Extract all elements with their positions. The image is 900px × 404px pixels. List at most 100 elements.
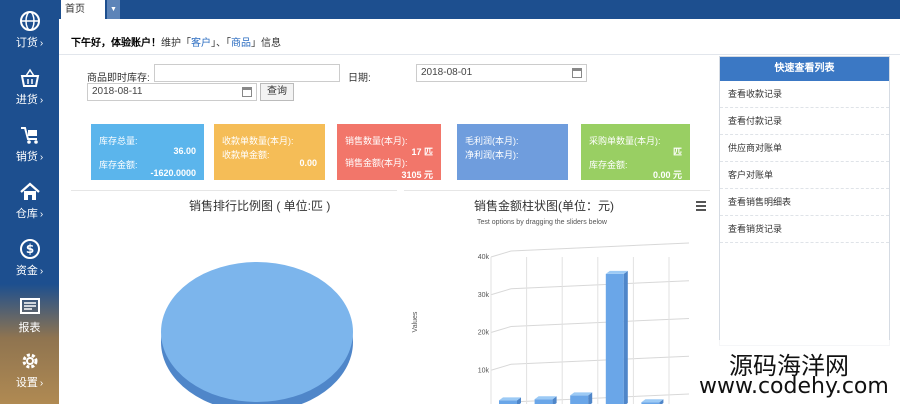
y-axis-ticks: 0k10k20k30k40k — [478, 254, 490, 374]
query-button[interactable]: 查询 — [260, 83, 294, 101]
chart-grid — [490, 242, 690, 404]
sidebar-item-label: 仓库 — [15, 208, 38, 220]
quick-item-sales-detail[interactable]: 查看销售明细表 — [720, 189, 889, 216]
grid-line — [490, 250, 512, 258]
card-value: 3105 元 — [401, 170, 433, 180]
maintain-text: 维护「 — [161, 38, 191, 49]
tab-bar: 首页 ▼ — [59, 0, 900, 19]
tab-dropdown-button[interactable]: ▼ — [107, 0, 120, 19]
globe-icon — [19, 11, 40, 31]
stat-card-purchases: 采购单数量(本月): 匹 库存金额: 0.00 元 — [581, 124, 690, 180]
greeting-text: 下午好， — [71, 38, 111, 49]
pie-chart — [161, 262, 353, 404]
product-link[interactable]: 商品 — [231, 38, 251, 49]
grid-line — [490, 288, 512, 296]
basket-icon — [20, 68, 39, 87]
bar[interactable] — [499, 397, 521, 404]
card-value: 匹 — [672, 147, 682, 157]
quick-item-receipts[interactable]: 查看收款记录 — [720, 81, 889, 108]
sidebar-item-settings[interactable]: 设置 › — [0, 344, 59, 402]
sidebar-item-order[interactable]: 订货 › — [0, 4, 59, 62]
card-value: 17 匹 — [411, 147, 433, 157]
panel-divider — [404, 190, 710, 191]
quick-view-title: 快速查看列表 — [720, 57, 889, 81]
bar-chart: 0k10k20k30k40k 2018.32018.42018.5 Values — [412, 242, 690, 404]
grid-line — [510, 242, 690, 252]
card-label: 库存总量: — [99, 136, 138, 146]
sidebar-item-label: 报表 — [18, 322, 41, 334]
quick-item-payments[interactable]: 查看付款记录 — [720, 108, 889, 135]
panel-divider — [71, 190, 397, 191]
chevron-right-icon: › — [39, 378, 44, 389]
pie-slice[interactable] — [161, 262, 353, 402]
bar[interactable] — [641, 399, 664, 404]
bar[interactable] — [534, 396, 557, 404]
card-label: 销售金额(本月): — [345, 158, 408, 168]
calendar-icon[interactable] — [242, 87, 252, 97]
chevron-right-icon: › — [39, 266, 44, 277]
chevron-right-icon: › — [39, 152, 44, 163]
y-tick-label: 10k — [478, 367, 490, 374]
card-value: 0.00 — [299, 158, 317, 168]
date-from-input[interactable]: 2018-08-01 — [416, 64, 587, 82]
card-label: 净利润(本月): — [465, 150, 519, 160]
y-axis-label: Values — [412, 311, 419, 332]
pie-chart-title: 销售排行比例图 ( 单位:匹 ) — [189, 199, 331, 213]
sidebar-item-warehouse[interactable]: 仓库 › — [0, 175, 59, 233]
separator-text: 」、「 — [211, 38, 231, 49]
bar-chart-subtitle: Test options by dragging the sliders bel… — [477, 219, 607, 226]
chevron-right-icon: › — [39, 209, 44, 220]
watermark: 源码海洋网 www.codehy.com — [693, 340, 900, 404]
date-from-value: 2018-08-01 — [421, 67, 473, 78]
card-label: 收款单金额: — [222, 150, 270, 160]
sidebar-item-funds[interactable]: $ 资金 › — [0, 232, 59, 290]
bar[interactable] — [570, 392, 593, 404]
card-label: 收款单数量(本月): — [222, 136, 294, 146]
stock-input[interactable] — [154, 64, 340, 82]
customer-link[interactable]: 客户 — [191, 38, 211, 49]
sidebar-item-label: 进货 — [15, 94, 38, 106]
card-value: 36.00 — [173, 146, 196, 156]
svg-text:$: $ — [25, 242, 33, 256]
chevron-right-icon: › — [39, 38, 44, 49]
divider — [59, 54, 900, 55]
bar-series — [499, 270, 664, 404]
report-icon — [19, 298, 40, 314]
watermark-en: www.codehy.com — [699, 374, 889, 399]
sidebar-item-label: 销货 — [15, 151, 38, 163]
calendar-icon[interactable] — [572, 68, 582, 78]
sidebar: 订货 › 进货 › 销货 › 仓库 › $ 资金 › 报表 设置 › — [0, 0, 59, 404]
y-tick-label: 20k — [478, 330, 490, 337]
sidebar-item-reports[interactable]: 报表 — [0, 289, 59, 347]
sidebar-item-sales[interactable]: 销货 › — [0, 118, 59, 176]
chart-menu-icon[interactable] — [696, 201, 706, 213]
stat-card-stock: 库存总量: 36.00 库存金额: -1620.0000 — [91, 124, 204, 180]
stat-card-profit: 毛利润(本月): 净利润(本月): — [457, 124, 568, 180]
chevron-down-icon: ▼ — [110, 6, 117, 13]
app-window: 订货 › 进货 › 销货 › 仓库 › $ 资金 › 报表 设置 › 首页 ▼ … — [0, 0, 900, 404]
grid-line — [510, 318, 690, 327]
quick-item-customer-statement[interactable]: 客户对账单 — [720, 162, 889, 189]
y-tick-label: 30k — [478, 292, 490, 299]
stat-card-receipts: 收款单数量(本月): 收款单金额: 0.00 — [214, 124, 325, 180]
info-text: 」信息 — [251, 38, 281, 49]
date-to-input[interactable]: 2018-08-11 — [87, 83, 257, 101]
sidebar-item-purchase[interactable]: 进货 › — [0, 61, 59, 119]
card-value: 0.00 元 — [652, 170, 682, 180]
tab-home[interactable]: 首页 — [61, 0, 105, 19]
card-label: 库存金额: — [99, 160, 138, 170]
account-name: 体验账户！ — [111, 38, 161, 49]
y-tick-label: 40k — [478, 254, 490, 261]
sidebar-item-label: 设置 — [15, 377, 38, 389]
quick-item-sales-records[interactable]: 查看销货记录 — [720, 216, 889, 243]
quick-view-panel: 快速查看列表 查看收款记录 查看付款记录 供应商对账单 客户对账单 查看销售明细… — [719, 56, 890, 346]
stat-card-sales: 销售数量(本月): 17 匹 销售金额(本月): 3105 元 — [337, 124, 441, 180]
card-label: 库存金额: — [589, 160, 628, 170]
quick-item-supplier-statement[interactable]: 供应商对账单 — [720, 135, 889, 162]
bar[interactable] — [605, 270, 628, 404]
card-label: 毛利润(本月): — [465, 136, 519, 146]
date-to-value: 2018-08-11 — [92, 86, 143, 97]
welcome-message: 下午好，体验账户！维护「客户」、「商品」信息 — [71, 34, 281, 49]
grid-line — [490, 363, 512, 371]
card-label: 采购单数量(本月): — [589, 136, 661, 146]
